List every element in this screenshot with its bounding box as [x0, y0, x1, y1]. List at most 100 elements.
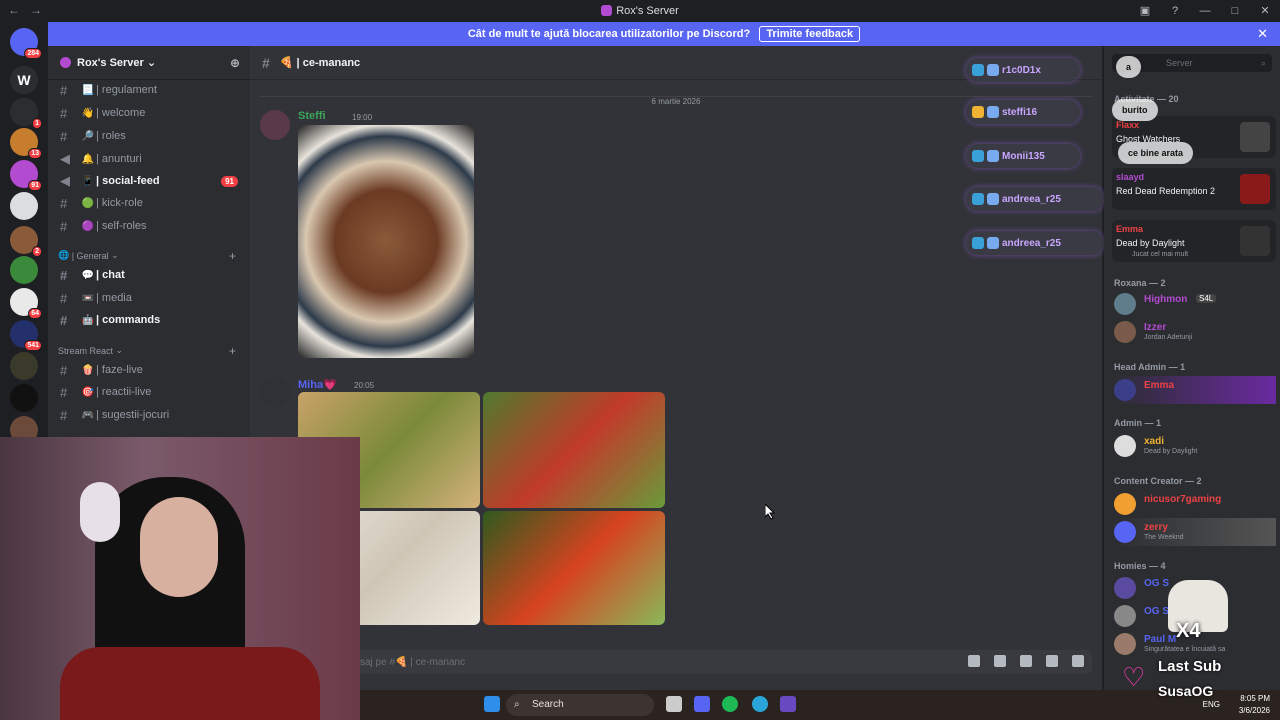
- discord-icon[interactable]: [694, 696, 710, 712]
- channel-chat[interactable]: # 💬 | chat: [56, 265, 242, 285]
- maximize-button[interactable]: □: [1220, 0, 1250, 22]
- member-status: The Weeknd: [1144, 534, 1184, 541]
- close-window-button[interactable]: ✕: [1250, 0, 1280, 22]
- mic-icon: [972, 64, 984, 76]
- message-author[interactable]: Miha💗: [298, 378, 337, 391]
- server-icon-green[interactable]: 1: [10, 98, 42, 129]
- add-channel-icon[interactable]: +: [229, 249, 236, 263]
- sticker-icon[interactable]: [1020, 655, 1032, 667]
- channel-self-roles[interactable]: # 🟣 | self-roles: [56, 216, 242, 236]
- member-row[interactable]: Emma: [1112, 376, 1276, 404]
- hash-icon: #: [60, 384, 68, 400]
- server-icon-7[interactable]: 64: [10, 288, 42, 319]
- member-name: nicusor7gaming: [1144, 494, 1222, 505]
- sub-username: SusaOG: [1158, 683, 1214, 699]
- minimize-button[interactable]: —: [1190, 0, 1220, 22]
- add-channel-icon[interactable]: +: [229, 344, 236, 358]
- sub-alert: X4 ♡ Last Sub: [1118, 580, 1278, 692]
- channel-media[interactable]: # 📼 | media: [56, 288, 242, 308]
- server-icon-4[interactable]: [10, 192, 38, 220]
- channel-anunturi[interactable]: ◀ 🔔 | anunturi: [56, 149, 242, 169]
- avatar[interactable]: [260, 110, 290, 140]
- hash-icon: #: [60, 218, 68, 234]
- member-row[interactable]: xadi Dead by Daylight: [1112, 432, 1276, 460]
- channel-faze-live[interactable]: # 🍿 | faze-live: [56, 360, 242, 380]
- unread-badge: 13: [28, 148, 42, 159]
- channel-label: | faze-live: [96, 364, 143, 376]
- hash-icon: #: [60, 290, 68, 306]
- channel-emoji: 🍕: [279, 57, 294, 69]
- server-header[interactable]: Rox's Server ⌄ ⊕: [48, 46, 250, 80]
- edge-icon[interactable]: [752, 696, 768, 712]
- mic-icon: [972, 193, 984, 205]
- server-icon-5[interactable]: 2: [10, 226, 42, 257]
- add-member-icon[interactable]: ⊕: [230, 56, 240, 70]
- member-row[interactable]: zerry The Weeknd: [1112, 518, 1276, 546]
- apps-icon[interactable]: [1072, 655, 1084, 667]
- message-author[interactable]: Steffi: [298, 110, 326, 122]
- member-row[interactable]: nicusor7gaming: [1112, 490, 1276, 518]
- close-banner-icon[interactable]: ✕: [1257, 22, 1268, 46]
- channel-emoji: 🔔: [81, 153, 95, 165]
- channel-social-feed[interactable]: ◀ 📱 | social-feed 91: [56, 171, 242, 191]
- unread-count-badge: 91: [221, 175, 238, 187]
- server-icon-9[interactable]: [10, 352, 38, 380]
- member-row[interactable]: Highmon S4L: [1112, 290, 1276, 318]
- streamer-shirt: [60, 647, 320, 720]
- food-photo[interactable]: [483, 392, 665, 508]
- server-icon-rox[interactable]: 91: [10, 160, 42, 191]
- member-name: Emma: [1144, 380, 1175, 391]
- food-photo[interactable]: [483, 511, 665, 625]
- member-row[interactable]: Izzer Jordan Adetunji: [1112, 318, 1276, 346]
- channel-emoji: 📃: [81, 84, 95, 96]
- role-header: Content Creator — 2: [1114, 476, 1202, 486]
- crown-icon: [972, 106, 984, 118]
- help-icon[interactable]: ?: [1160, 0, 1190, 22]
- avatar[interactable]: [260, 377, 290, 407]
- search-placeholder: Server: [1166, 58, 1193, 68]
- channel-emoji: 🤖: [81, 314, 95, 326]
- message-input[interactable]: saj pe #🍕 | ce-mananc: [350, 650, 1092, 674]
- emoji-icon[interactable]: [1046, 655, 1058, 667]
- streamer-face: [140, 497, 218, 597]
- taskbar-search[interactable]: ⌕ Search: [506, 694, 654, 716]
- server-icon-w[interactable]: W: [10, 66, 38, 94]
- gift-icon[interactable]: [968, 655, 980, 667]
- mic-icon: [972, 150, 984, 162]
- unread-badge: 2: [32, 246, 42, 257]
- server-icon-6[interactable]: [10, 256, 38, 284]
- channel-welcome[interactable]: # 👋 | welcome: [56, 103, 242, 123]
- channel-title: ce-mananc: [302, 56, 361, 69]
- channel-sugestii-jocuri[interactable]: # 🎮 | sugestii-jocuri: [56, 405, 242, 425]
- channel-reactii-live[interactable]: # 🎯 | reactii-live: [56, 382, 242, 402]
- channel-regulament[interactable]: # 📃 | regulament: [56, 80, 242, 100]
- headset-icon: [987, 106, 999, 118]
- member-name: Highmon: [1144, 294, 1188, 305]
- globe-icon: 🌐: [58, 250, 72, 260]
- activity-card[interactable]: Emma Dead by Daylight Jucat cel mai mult: [1112, 220, 1276, 262]
- home-button[interactable]: 284: [10, 28, 42, 59]
- feedback-button[interactable]: Trimite feedback: [759, 26, 861, 42]
- avatar: [1114, 435, 1136, 457]
- server-icon-w2g[interactable]: [10, 384, 38, 412]
- channel-kick-role[interactable]: # 🟢 | kick-role: [56, 193, 242, 213]
- channel-roles[interactable]: # 🔎 | roles: [56, 126, 242, 146]
- activity-card[interactable]: slaayd Red Dead Redemption 2: [1112, 168, 1276, 210]
- file-explorer-icon[interactable]: [666, 696, 682, 712]
- server-icon-2[interactable]: 13: [10, 128, 42, 159]
- headphone-icon: [80, 482, 120, 542]
- activity-user: Flaxx: [1116, 120, 1140, 130]
- language-indicator[interactable]: ENG: [1203, 700, 1220, 709]
- gif-icon[interactable]: [994, 655, 1006, 667]
- channel-emoji: 🍿: [81, 364, 95, 376]
- taskbar-clock[interactable]: 8:05 PM 3/6/2026: [1239, 693, 1270, 717]
- food-photo[interactable]: [298, 125, 474, 358]
- category-stream-react[interactable]: Stream React ⌄ +: [58, 344, 242, 358]
- app-icon[interactable]: [780, 696, 796, 712]
- category-general[interactable]: 🌐 | General ⌄ +: [58, 249, 242, 263]
- spotify-icon[interactable]: [722, 696, 738, 712]
- server-icon-8[interactable]: 541: [10, 320, 42, 351]
- windows-start-icon[interactable]: [484, 696, 500, 712]
- channel-commands[interactable]: # 🤖 | commands: [56, 310, 242, 330]
- inbox-icon[interactable]: ▣: [1130, 0, 1160, 22]
